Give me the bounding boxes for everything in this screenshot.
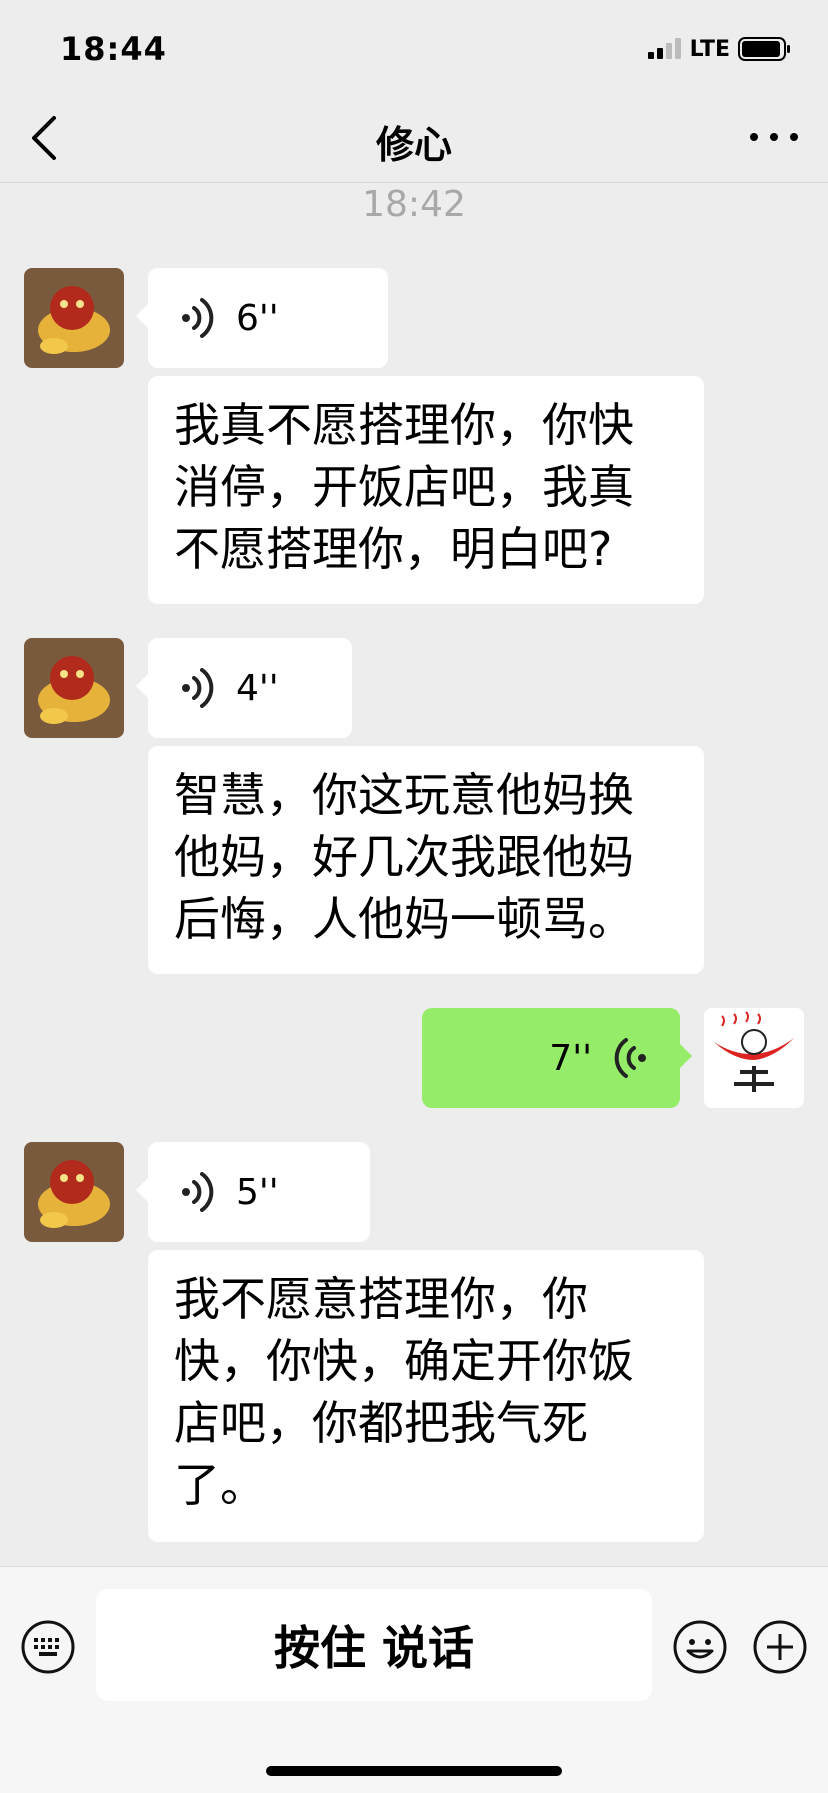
home-indicator[interactable] bbox=[266, 1766, 562, 1776]
network-type: LTE bbox=[689, 36, 730, 62]
voice-duration: 7'' bbox=[549, 1037, 592, 1079]
keyboard-icon[interactable] bbox=[20, 1619, 76, 1675]
status-bar: 18:44 LTE bbox=[0, 0, 828, 96]
bubble-tail bbox=[136, 1178, 148, 1202]
battery-icon bbox=[738, 37, 790, 61]
voice-duration: 6'' bbox=[236, 297, 279, 339]
emoji-icon[interactable] bbox=[672, 1619, 728, 1675]
input-bar: 按住 说话 bbox=[0, 1566, 828, 1793]
voice-wave-icon bbox=[182, 298, 214, 338]
signal-icon bbox=[647, 38, 681, 59]
voice-message[interactable]: 5'' bbox=[136, 1142, 370, 1242]
user-avatar[interactable] bbox=[704, 1008, 804, 1108]
message-timestamp: 18:42 bbox=[362, 184, 466, 225]
voice-message[interactable]: 6'' bbox=[136, 268, 388, 368]
voice-message-outgoing[interactable]: 7'' bbox=[422, 1008, 692, 1108]
voice-message[interactable]: 4'' bbox=[136, 638, 352, 738]
contact-avatar[interactable] bbox=[24, 268, 124, 368]
bubble-tail bbox=[680, 1044, 692, 1068]
bubble-tail bbox=[136, 674, 148, 698]
contact-avatar[interactable] bbox=[24, 1142, 124, 1242]
chat-title: 修心 bbox=[375, 123, 452, 167]
voice-transcript[interactable]: 智慧，你这玩意他妈换他妈，好几次我跟他妈后悔，人他妈一顿骂。 bbox=[148, 746, 704, 974]
status-time: 18:44 bbox=[60, 30, 167, 68]
add-icon[interactable] bbox=[752, 1619, 808, 1675]
hold-to-talk-button[interactable]: 按住 说话 bbox=[96, 1589, 652, 1701]
status-indicators: LTE bbox=[646, 36, 792, 62]
chat-header: 修心 bbox=[0, 96, 828, 183]
more-icon[interactable] bbox=[744, 112, 804, 162]
voice-wave-icon bbox=[182, 1172, 214, 1212]
voice-wave-icon bbox=[182, 668, 214, 708]
voice-duration: 5'' bbox=[236, 1171, 279, 1213]
voice-duration: 4'' bbox=[236, 667, 279, 709]
voice-transcript[interactable]: 我不愿意搭理你，你快，你快，确定开你饭店吧，你都把我气死了。 bbox=[148, 1250, 704, 1542]
bubble-tail bbox=[136, 304, 148, 328]
contact-avatar[interactable] bbox=[24, 638, 124, 738]
voice-wave-icon bbox=[614, 1038, 646, 1078]
voice-transcript[interactable]: 我真不愿搭理你，你快消停，开饭店吧，我真不愿搭理你，明白吧? bbox=[148, 376, 704, 604]
